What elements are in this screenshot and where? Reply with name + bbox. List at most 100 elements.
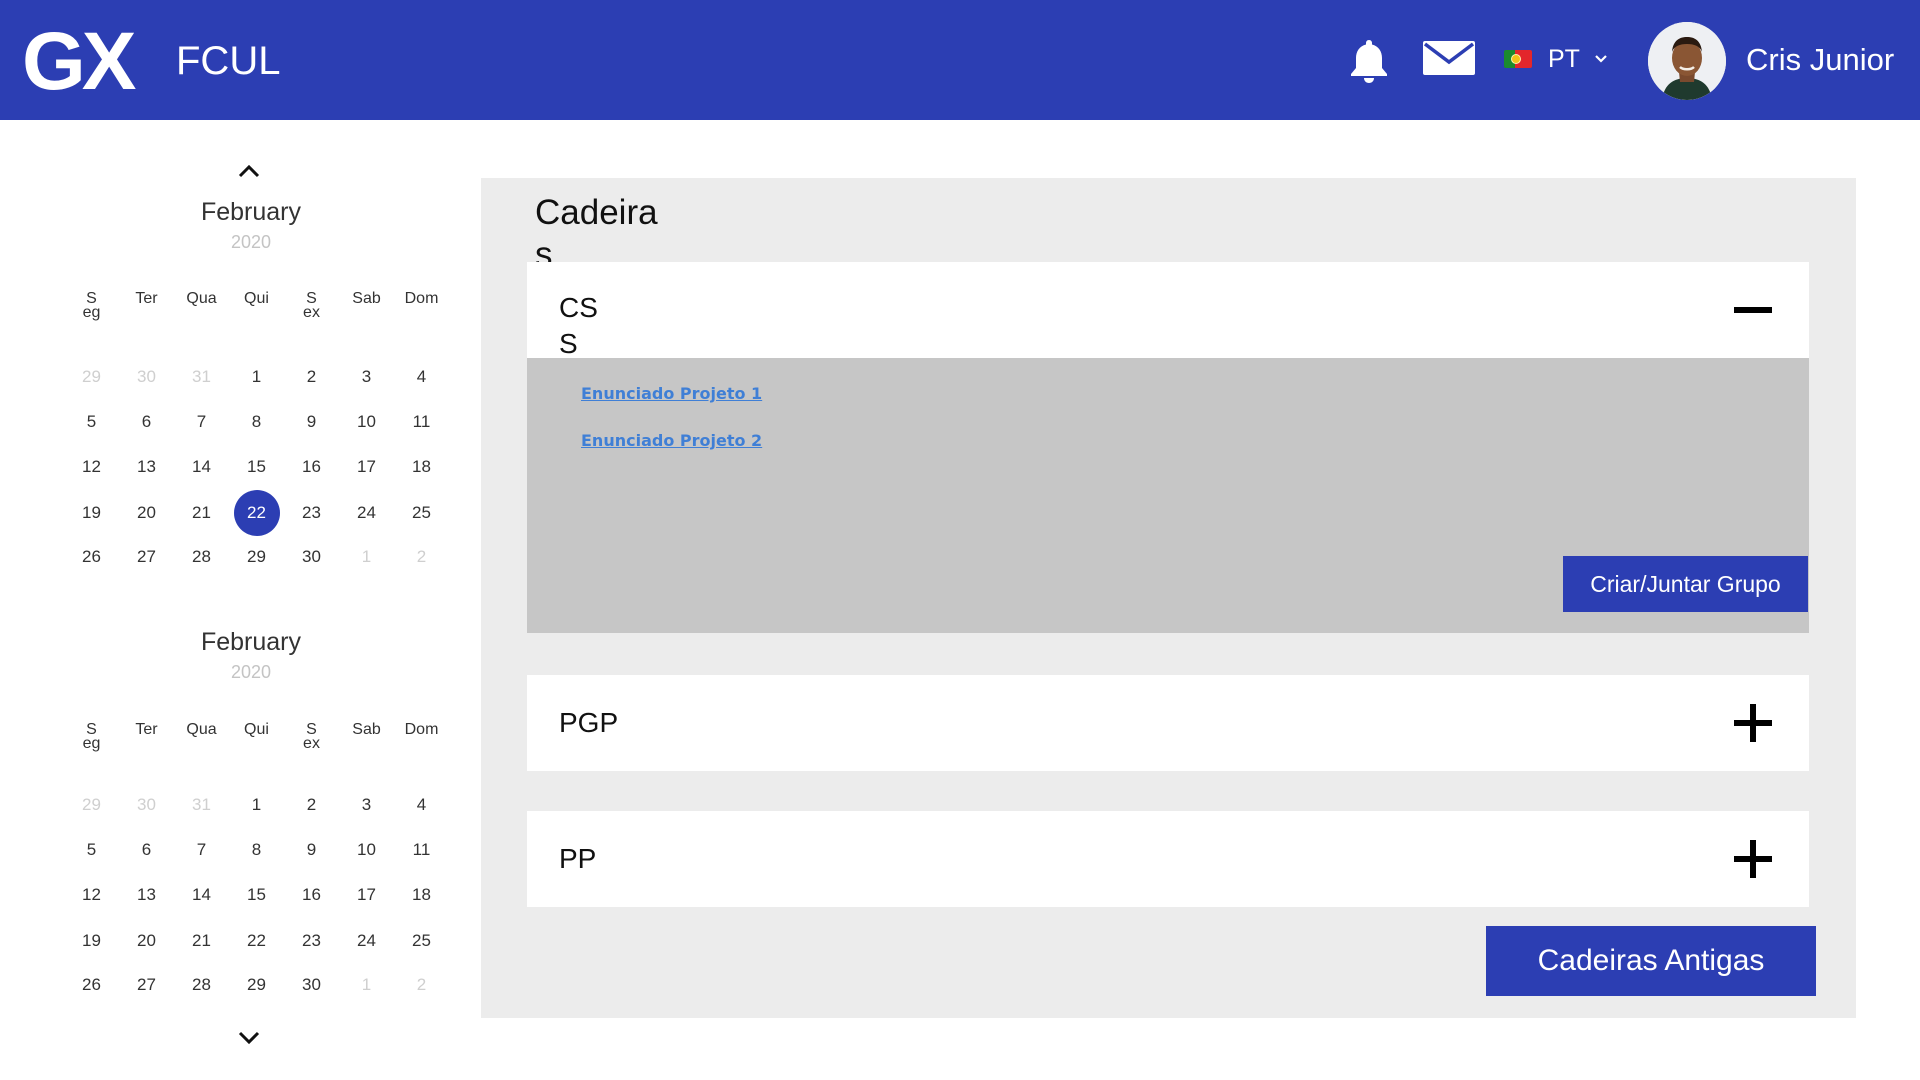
calendar-week: 29 30 31 1 2 3 4: [64, 783, 450, 827]
calendar-day[interactable]: 19: [64, 491, 119, 535]
calendar-day[interactable]: 24: [339, 919, 394, 963]
portugal-flag-icon: [1504, 50, 1532, 68]
calendar-day[interactable]: 14: [174, 873, 229, 917]
calendar-day[interactable]: 6: [119, 400, 174, 444]
course-content-css: Enunciado Projeto 1 Enunciado Projeto 2 …: [527, 358, 1809, 633]
calendar-year-label: 2020: [230, 662, 272, 682]
calendar-day[interactable]: 7: [174, 828, 229, 872]
calendar-day[interactable]: 12: [64, 445, 119, 489]
avatar[interactable]: [1648, 22, 1726, 100]
calendar-day[interactable]: 17: [339, 445, 394, 489]
calendar-day[interactable]: 30: [284, 535, 339, 579]
calendar-day[interactable]: 2: [284, 783, 339, 827]
document-link[interactable]: Enunciado Projeto 1: [581, 384, 762, 403]
calendar-day[interactable]: 15: [229, 445, 284, 489]
calendar-day[interactable]: 11: [394, 400, 449, 444]
calendar-day[interactable]: 12: [64, 873, 119, 917]
page-title: Cadeiras: [535, 193, 658, 262]
calendar-day[interactable]: 24: [339, 491, 394, 535]
calendar-day[interactable]: 9: [284, 828, 339, 872]
calendar-day[interactable]: 11: [394, 828, 449, 872]
calendar-day[interactable]: 30: [119, 783, 174, 827]
calendar-day[interactable]: 8: [229, 400, 284, 444]
app-logo[interactable]: GX: [22, 21, 137, 103]
courses-panel: Cadeiras CSS Enunciado Projeto 1 Enuncia…: [481, 178, 1856, 1018]
calendar-day[interactable]: 1: [229, 783, 284, 827]
calendar-day-selected[interactable]: 22: [229, 490, 284, 536]
calendar-day[interactable]: 2: [394, 535, 449, 579]
calendar-day[interactable]: 17: [339, 873, 394, 917]
calendar-day[interactable]: 2: [284, 355, 339, 399]
calendar-day[interactable]: 5: [64, 400, 119, 444]
calendar-day[interactable]: 10: [339, 828, 394, 872]
calendar-day[interactable]: 28: [174, 535, 229, 579]
calendar-day[interactable]: 10: [339, 400, 394, 444]
calendar-day[interactable]: 29: [64, 783, 119, 827]
calendar-day[interactable]: 4: [394, 355, 449, 399]
plus-icon[interactable]: [1733, 839, 1773, 879]
calendar-day[interactable]: 28: [174, 963, 229, 1007]
minus-icon[interactable]: [1733, 290, 1773, 330]
bell-icon[interactable]: [1348, 38, 1390, 84]
calendar-day[interactable]: 20: [119, 919, 174, 963]
calendar-day[interactable]: 18: [394, 445, 449, 489]
calendar-day[interactable]: 3: [339, 783, 394, 827]
calendar-day[interactable]: 16: [284, 445, 339, 489]
calendar-day[interactable]: 31: [174, 783, 229, 827]
calendar-day[interactable]: 29: [229, 535, 284, 579]
calendar-day[interactable]: 29: [64, 355, 119, 399]
calendar-day[interactable]: 27: [119, 963, 174, 1007]
calendar-day[interactable]: 2: [394, 963, 449, 1007]
calendar-day[interactable]: 6: [119, 828, 174, 872]
weekday-label: Seg: [82, 721, 101, 752]
calendar-day[interactable]: 15: [229, 873, 284, 917]
calendar-week: 19 20 21 22 23 24 25: [64, 919, 450, 963]
calendar-day[interactable]: 29: [229, 963, 284, 1007]
calendar-day[interactable]: 3: [339, 355, 394, 399]
calendar-day[interactable]: 19: [64, 919, 119, 963]
calendar-day[interactable]: 20: [119, 491, 174, 535]
calendar-day[interactable]: 4: [394, 783, 449, 827]
calendar-day[interactable]: 25: [394, 919, 449, 963]
calendar-day[interactable]: 1: [229, 355, 284, 399]
calendar-day[interactable]: 16: [284, 873, 339, 917]
calendar-day[interactable]: 23: [284, 919, 339, 963]
old-courses-button[interactable]: Cadeiras Antigas: [1486, 926, 1816, 996]
document-link[interactable]: Enunciado Projeto 2: [581, 431, 762, 450]
user-name[interactable]: Cris Junior: [1746, 42, 1894, 78]
calendar-week: 12 13 14 15 16 17 18: [64, 445, 450, 489]
calendar-day[interactable]: 22: [229, 919, 284, 963]
calendar-day[interactable]: 9: [284, 400, 339, 444]
calendar-day[interactable]: 1: [339, 535, 394, 579]
calendar-day[interactable]: 30: [284, 963, 339, 1007]
weekday-label: Dom: [404, 290, 439, 307]
calendar-day[interactable]: 14: [174, 445, 229, 489]
calendar-day[interactable]: 7: [174, 400, 229, 444]
calendar-day[interactable]: 13: [119, 873, 174, 917]
course-header-pp[interactable]: PP: [527, 811, 1809, 907]
calendar-day[interactable]: 13: [119, 445, 174, 489]
calendar-day[interactable]: 21: [174, 491, 229, 535]
create-join-group-button[interactable]: Criar/Juntar Grupo: [1563, 556, 1808, 612]
calendar-day[interactable]: 26: [64, 963, 119, 1007]
course-header-pgp[interactable]: PGP: [527, 675, 1809, 771]
calendar-day[interactable]: 25: [394, 491, 449, 535]
calendar-day[interactable]: 8: [229, 828, 284, 872]
mail-icon[interactable]: [1422, 40, 1476, 76]
calendar-day[interactable]: 27: [119, 535, 174, 579]
calendar-day[interactable]: 30: [119, 355, 174, 399]
plus-icon[interactable]: [1733, 703, 1773, 743]
chevron-up-icon[interactable]: [237, 163, 261, 179]
calendar-day[interactable]: 21: [174, 919, 229, 963]
language-selector[interactable]: PT: [1504, 44, 1608, 74]
calendar-day[interactable]: 18: [394, 873, 449, 917]
weekday-label: Ter: [135, 290, 158, 307]
calendar-day[interactable]: 31: [174, 355, 229, 399]
calendar-day[interactable]: 5: [64, 828, 119, 872]
calendar-day[interactable]: 1: [339, 963, 394, 1007]
chevron-down-icon[interactable]: [237, 1030, 261, 1046]
calendar-day[interactable]: 23: [284, 491, 339, 535]
course-header-css[interactable]: CSS: [527, 262, 1809, 359]
calendar-day[interactable]: 26: [64, 535, 119, 579]
course-name: PP: [559, 843, 597, 874]
